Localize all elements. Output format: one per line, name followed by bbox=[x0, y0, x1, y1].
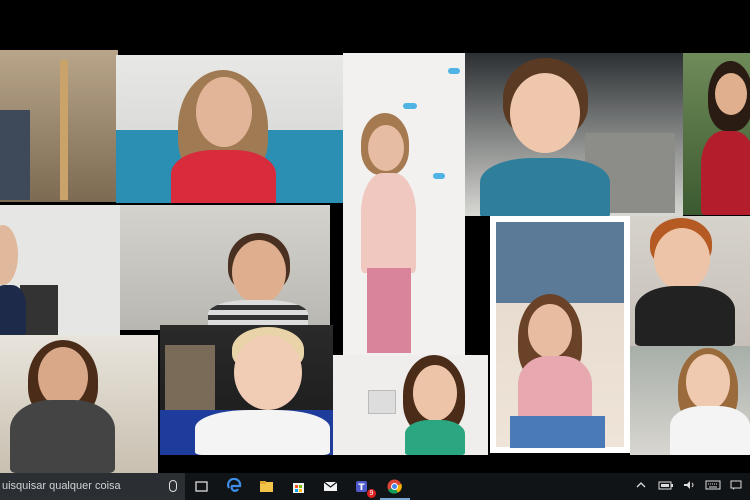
video-tile-11 bbox=[160, 325, 333, 455]
video-tile-13 bbox=[630, 346, 750, 455]
notifications-icon[interactable] bbox=[730, 480, 742, 494]
video-tile-1 bbox=[0, 50, 118, 202]
teams-icon[interactable]: T 9 bbox=[355, 478, 376, 498]
svg-text:T: T bbox=[358, 483, 365, 493]
volume-icon[interactable] bbox=[683, 480, 697, 493]
video-tile-6 bbox=[0, 205, 120, 335]
chrome-icon[interactable] bbox=[386, 478, 403, 495]
video-tile-3 bbox=[343, 53, 465, 355]
task-view-icon[interactable] bbox=[193, 478, 210, 495]
taskbar-search-box[interactable]: uisquisar qualquer coisa bbox=[0, 473, 185, 500]
keyboard-icon[interactable] bbox=[705, 480, 721, 493]
chevron-up-icon[interactable] bbox=[636, 480, 646, 493]
store-icon[interactable] bbox=[290, 478, 307, 495]
video-tile-8 bbox=[490, 216, 630, 453]
video-tile-5 bbox=[683, 53, 750, 215]
mail-icon[interactable] bbox=[322, 478, 339, 495]
microphone-icon[interactable] bbox=[169, 480, 177, 492]
video-tile-12 bbox=[333, 355, 488, 455]
video-tile-2 bbox=[116, 55, 343, 203]
search-placeholder: uisquisar qualquer coisa bbox=[2, 480, 121, 492]
video-tile-10 bbox=[0, 335, 158, 473]
edge-icon[interactable] bbox=[226, 477, 243, 495]
video-tile-9 bbox=[630, 216, 750, 346]
teams-notification-badge: 9 bbox=[367, 489, 376, 498]
windows-taskbar: uisquisar qualquer coisa T 9 bbox=[0, 473, 750, 500]
video-tile-7 bbox=[120, 205, 330, 330]
video-tile-4 bbox=[465, 53, 683, 216]
file-explorer-icon[interactable] bbox=[258, 478, 275, 495]
battery-icon[interactable] bbox=[658, 480, 674, 493]
